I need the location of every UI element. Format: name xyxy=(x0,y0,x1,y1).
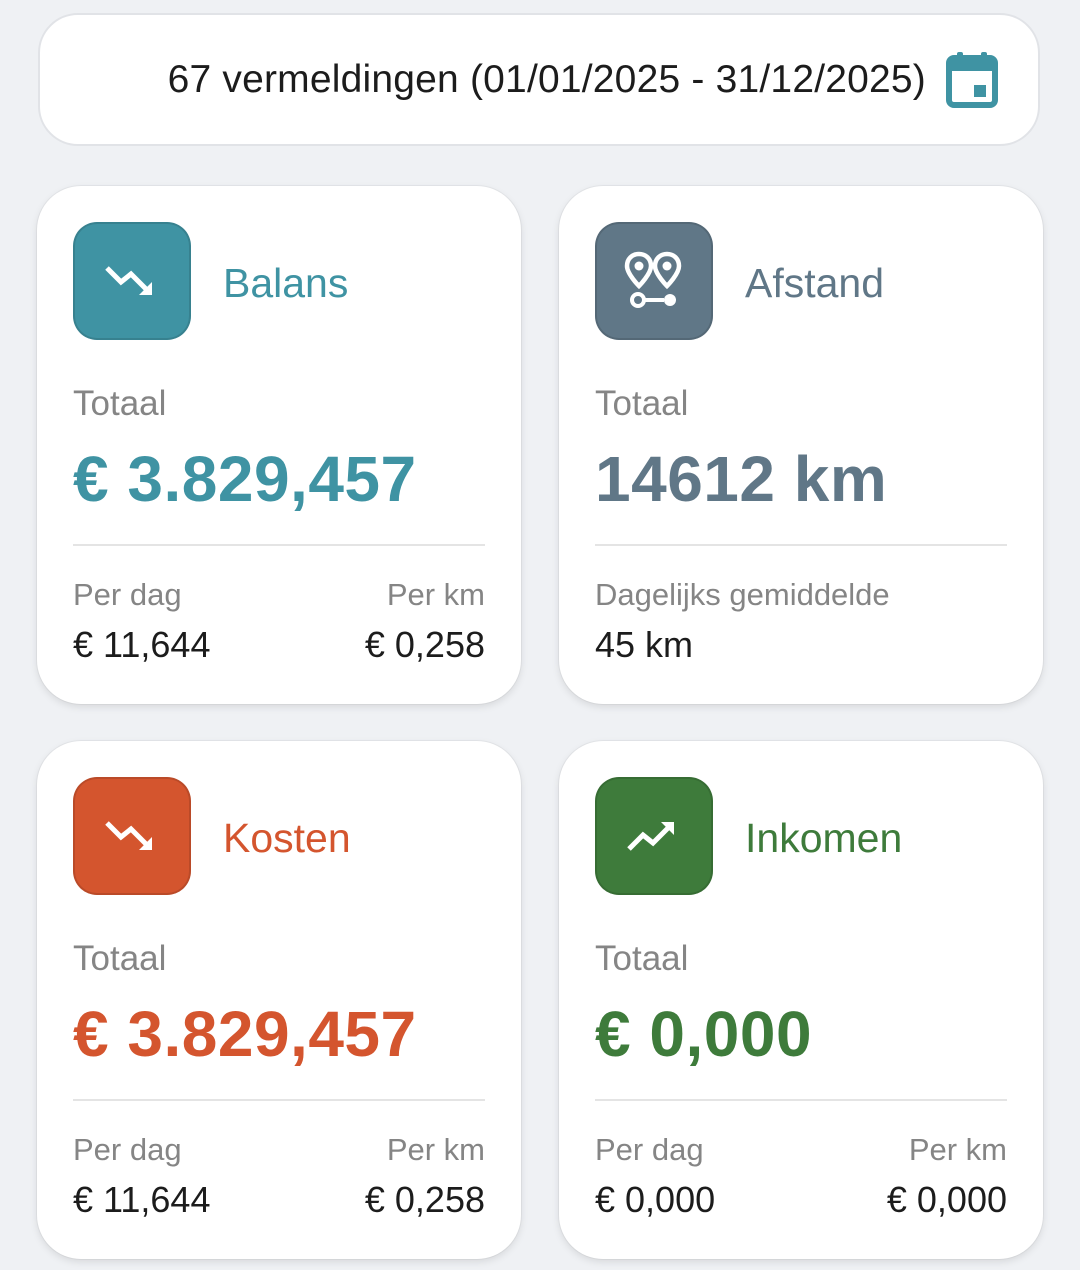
distance-title: Afstand xyxy=(745,260,885,306)
costs-total-label: Totaal xyxy=(73,939,167,978)
route-icon xyxy=(624,251,682,308)
costs-icon-box xyxy=(73,777,191,895)
distance-total-value: 14612 km xyxy=(595,443,888,515)
income-total-value: € 0,000 xyxy=(595,998,813,1070)
income-icon-box xyxy=(595,777,713,895)
income-per-day-value: € 0,000 xyxy=(595,1179,716,1220)
costs-total-value: € 3.829,457 xyxy=(73,998,417,1070)
distance-icon-box xyxy=(595,222,713,340)
costs-card[interactable]: Kosten Totaal € 3.829,457 Per dag € 11,6… xyxy=(37,741,521,1259)
distance-card[interactable]: Afstand Totaal 14612 km Dagelijks gemidd… xyxy=(559,186,1043,704)
income-per-day-label: Per dag xyxy=(595,1132,704,1167)
costs-per-km-label: Per km xyxy=(386,1132,485,1167)
calendar-icon[interactable] xyxy=(946,51,998,108)
balance-icon-box xyxy=(73,222,191,340)
costs-per-km-value: € 0,258 xyxy=(364,1179,485,1220)
distance-daily-avg-label: Dagelijks gemiddelde xyxy=(595,577,890,612)
income-title: Inkomen xyxy=(745,815,903,861)
divider xyxy=(73,1099,485,1101)
income-per-km-label: Per km xyxy=(908,1132,1007,1167)
income-card[interactable]: Inkomen Totaal € 0,000 Per dag € 0,000 P… xyxy=(559,741,1043,1259)
costs-per-day-value: € 11,644 xyxy=(73,1179,211,1220)
distance-total-label: Totaal xyxy=(595,384,689,423)
divider xyxy=(595,1099,1007,1101)
costs-per-day-label: Per dag xyxy=(73,1132,182,1167)
balance-title: Balans xyxy=(223,260,349,306)
date-range-selector[interactable]: 67 vermeldingen (01/01/2025 - 31/12/2025… xyxy=(38,13,1040,146)
balance-per-km-label: Per km xyxy=(386,577,485,612)
balance-total-value: € 3.829,457 xyxy=(73,443,417,515)
income-per-km-value: € 0,000 xyxy=(886,1179,1007,1220)
entries-summary: 67 vermeldingen (01/01/2025 - 31/12/2025… xyxy=(167,57,926,101)
distance-daily-avg-value: 45 km xyxy=(595,624,694,665)
costs-title: Kosten xyxy=(223,815,351,861)
trending-down-icon xyxy=(105,821,152,850)
trending-up-icon xyxy=(627,822,674,851)
balance-card[interactable]: Balans Totaal € 3.829,457 Per dag € 11,6… xyxy=(37,186,521,704)
divider xyxy=(595,544,1007,546)
balance-per-day-value: € 11,644 xyxy=(73,624,211,665)
income-total-label: Totaal xyxy=(595,939,689,978)
divider xyxy=(73,544,485,546)
balance-per-km-value: € 0,258 xyxy=(364,624,485,665)
balance-per-day-label: Per dag xyxy=(73,577,182,612)
trending-down-icon xyxy=(105,266,152,295)
balance-total-label: Totaal xyxy=(73,384,167,423)
